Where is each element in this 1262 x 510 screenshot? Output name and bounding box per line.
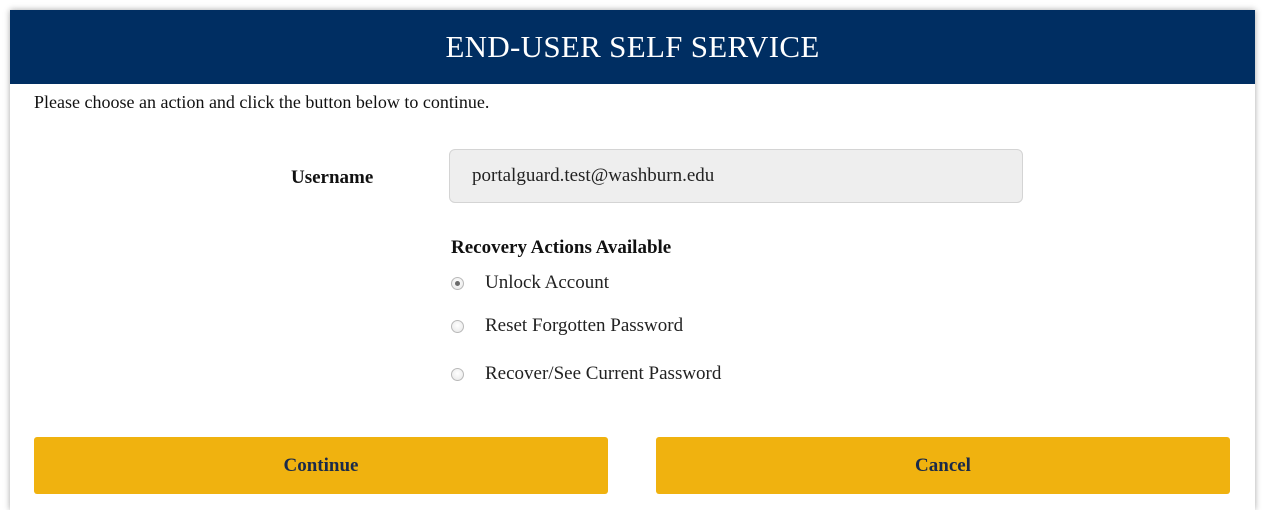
radio-unlock-account[interactable]: Unlock Account <box>451 272 609 294</box>
self-service-dialog: END-USER SELF SERVICE Please choose an a… <box>10 10 1255 510</box>
continue-button[interactable]: Continue <box>34 437 608 494</box>
instructions-text: Please choose an action and click the bu… <box>34 92 490 112</box>
radio-reset-forgotten-password[interactable]: Reset Forgotten Password <box>451 315 683 337</box>
radio-button[interactable] <box>451 319 464 333</box>
radio-label-recover-current-password: Recover/See Current Password <box>485 363 722 384</box>
radio-button[interactable] <box>451 367 464 381</box>
radio-label-reset-forgotten-password: Reset Forgotten Password <box>485 315 684 336</box>
radio-button-checked[interactable] <box>451 276 464 290</box>
username-field[interactable] <box>449 149 1023 203</box>
page-title: END-USER SELF SERVICE <box>445 29 820 64</box>
username-label: Username <box>291 167 374 188</box>
radio-label-unlock-account: Unlock Account <box>485 272 610 293</box>
recovery-actions-title: Recovery Actions Available <box>451 237 672 258</box>
radio-recover-current-password[interactable]: Recover/See Current Password <box>451 363 721 385</box>
dialog-header: END-USER SELF SERVICE <box>10 10 1255 84</box>
cancel-button[interactable]: Cancel <box>656 437 1230 494</box>
